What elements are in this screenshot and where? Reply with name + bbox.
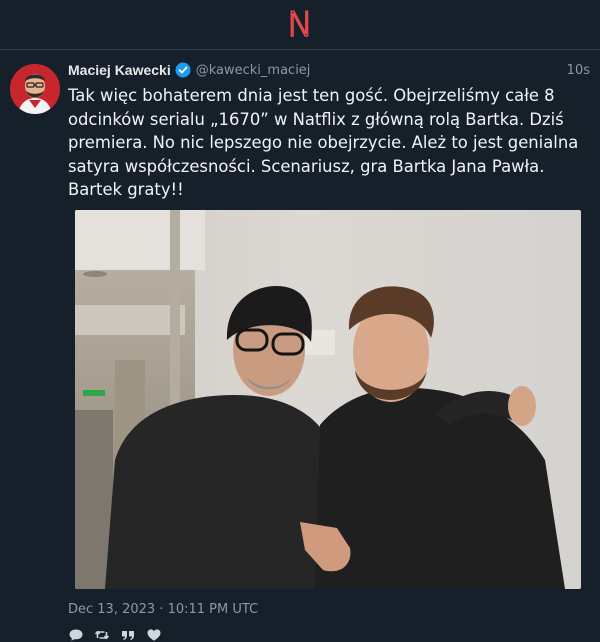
tweet-time[interactable]: 10s: [567, 63, 590, 78]
reply-icon[interactable]: [68, 627, 84, 642]
author-name[interactable]: Maciej Kawecki: [68, 62, 171, 78]
tweet-actions: [68, 627, 590, 642]
top-bar: N: [0, 0, 600, 50]
retweet-icon[interactable]: [94, 627, 110, 642]
tweet-date[interactable]: Dec 13, 2023 · 10:11 PM UTC: [68, 602, 590, 617]
like-icon[interactable]: [146, 627, 162, 642]
author-handle[interactable]: @kawecki_maciej: [196, 63, 311, 78]
tweet-header: Maciej Kawecki @kawecki_maciej 10s: [68, 60, 590, 80]
app-logo[interactable]: N: [286, 7, 313, 43]
tweet-photo[interactable]: [75, 209, 581, 589]
quote-icon[interactable]: [120, 627, 136, 642]
avatar[interactable]: [10, 64, 60, 114]
tweet: Maciej Kawecki @kawecki_maciej 10s Tak w…: [0, 50, 600, 642]
tweet-text: Tak więc bohaterem dnia jest ten gość. O…: [68, 86, 584, 199]
verified-badge-icon: [175, 62, 191, 78]
